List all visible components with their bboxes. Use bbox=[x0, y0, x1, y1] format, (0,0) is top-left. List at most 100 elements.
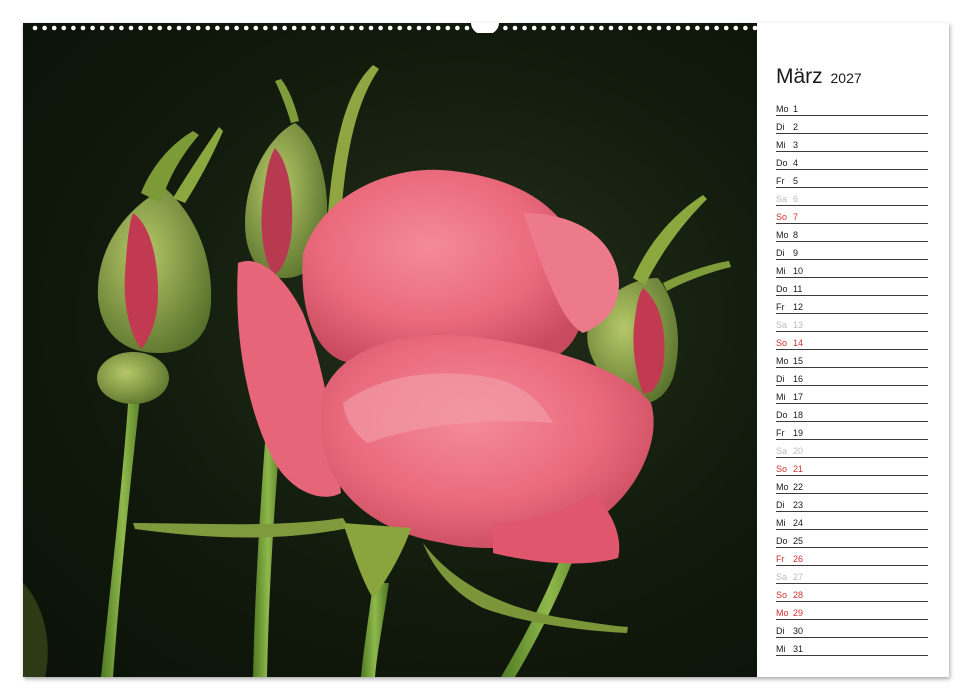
day-row: Do 18 bbox=[776, 404, 928, 422]
day-number: 3 bbox=[793, 140, 799, 150]
day-row: Fr 19 bbox=[776, 422, 928, 440]
day-row: Sa 6 bbox=[776, 188, 928, 206]
day-number: 27 bbox=[793, 572, 804, 582]
day-number: 14 bbox=[793, 338, 804, 348]
day-row: Mi 24 bbox=[776, 512, 928, 530]
weekday-label: Mi bbox=[776, 140, 786, 150]
day-row: Mo 22 bbox=[776, 476, 928, 494]
year-label: 2027 bbox=[830, 70, 862, 86]
weekday-label: Di bbox=[776, 374, 785, 384]
day-row: Mi 17 bbox=[776, 386, 928, 404]
day-number: 22 bbox=[793, 482, 804, 492]
calendar-panel: März 2027 Mo 1 Di 2 Mi 3 Do 4 Fr 5 Sa 6 So 7 Mo 8 Di 9 Mi 1… bbox=[757, 23, 949, 677]
day-number: 8 bbox=[793, 230, 799, 240]
day-row: Mo 15 bbox=[776, 350, 928, 368]
day-number: 24 bbox=[793, 518, 804, 528]
weekday-label: Do bbox=[776, 284, 788, 294]
day-row: Di 16 bbox=[776, 368, 928, 386]
day-number: 15 bbox=[793, 356, 804, 366]
day-row: Di 23 bbox=[776, 494, 928, 512]
weekday-label: Fr bbox=[776, 302, 785, 312]
day-row: Mo 1 bbox=[776, 98, 928, 116]
day-list: Mo 1 Di 2 Mi 3 Do 4 Fr 5 Sa 6 So 7 Mo 8 Di 9 Mi 10 Do 11 Fr 12 S… bbox=[776, 98, 928, 656]
day-number: 25 bbox=[793, 536, 804, 546]
weekday-label: Mo bbox=[776, 608, 789, 618]
weekday-label: Di bbox=[776, 626, 785, 636]
weekday-label: Sa bbox=[776, 194, 788, 204]
day-row: Sa 13 bbox=[776, 314, 928, 332]
day-number: 16 bbox=[793, 374, 804, 384]
weekday-label: So bbox=[776, 464, 788, 474]
weekday-label: Mo bbox=[776, 104, 789, 114]
day-number: 23 bbox=[793, 500, 804, 510]
day-number: 5 bbox=[793, 176, 799, 186]
day-number: 28 bbox=[793, 590, 804, 600]
weekday-label: Sa bbox=[776, 572, 788, 582]
weekday-label: Do bbox=[776, 410, 788, 420]
day-number: 26 bbox=[793, 554, 804, 564]
weekday-label: Do bbox=[776, 158, 788, 168]
day-row: Mi 10 bbox=[776, 260, 928, 278]
day-row: So 28 bbox=[776, 584, 928, 602]
weekday-label: Mo bbox=[776, 356, 789, 366]
weekday-label: Mi bbox=[776, 644, 786, 654]
day-row: Do 25 bbox=[776, 530, 928, 548]
day-number: 29 bbox=[793, 608, 804, 618]
day-row: Mo 8 bbox=[776, 224, 928, 242]
day-row: So 14 bbox=[776, 332, 928, 350]
day-number: 9 bbox=[793, 248, 799, 258]
day-row: Di 2 bbox=[776, 116, 928, 134]
day-number: 13 bbox=[793, 320, 804, 330]
day-number: 18 bbox=[793, 410, 804, 420]
day-number: 12 bbox=[793, 302, 804, 312]
day-number: 4 bbox=[793, 158, 799, 168]
weekday-label: Mi bbox=[776, 392, 786, 402]
day-number: 21 bbox=[793, 464, 804, 474]
day-number: 20 bbox=[793, 446, 804, 456]
weekday-label: Mi bbox=[776, 518, 786, 528]
day-row: Di 9 bbox=[776, 242, 928, 260]
day-number: 7 bbox=[793, 212, 799, 222]
day-number: 30 bbox=[793, 626, 804, 636]
calendar-page: März 2027 Mo 1 Di 2 Mi 3 Do 4 Fr 5 Sa 6 So 7 Mo 8 Di 9 Mi 1… bbox=[23, 23, 949, 677]
day-row: Fr 26 bbox=[776, 548, 928, 566]
day-number: 19 bbox=[793, 428, 804, 438]
pink-rose-with-buds-icon bbox=[23, 65, 731, 677]
weekday-label: So bbox=[776, 338, 788, 348]
day-number: 17 bbox=[793, 392, 804, 402]
day-row: Di 30 bbox=[776, 620, 928, 638]
rose-photo bbox=[23, 23, 757, 677]
day-row: Fr 5 bbox=[776, 170, 928, 188]
weekday-label: Mi bbox=[776, 266, 786, 276]
day-row: So 21 bbox=[776, 458, 928, 476]
month-name: März bbox=[776, 65, 823, 88]
day-row: Sa 27 bbox=[776, 566, 928, 584]
weekday-label: Di bbox=[776, 248, 785, 258]
day-row: Mi 3 bbox=[776, 134, 928, 152]
day-row: So 7 bbox=[776, 206, 928, 224]
day-row: Do 11 bbox=[776, 278, 928, 296]
weekday-label: Di bbox=[776, 500, 785, 510]
weekday-label: So bbox=[776, 590, 788, 600]
day-row: Do 4 bbox=[776, 152, 928, 170]
weekday-label: Di bbox=[776, 122, 785, 132]
weekday-label: Mo bbox=[776, 230, 789, 240]
weekday-label: Do bbox=[776, 536, 788, 546]
day-row: Sa 20 bbox=[776, 440, 928, 458]
day-row: Mo 29 bbox=[776, 602, 928, 620]
day-number: 11 bbox=[793, 284, 803, 294]
weekday-label: So bbox=[776, 212, 788, 222]
day-number: 31 bbox=[793, 644, 804, 654]
weekday-label: Fr bbox=[776, 176, 785, 186]
weekday-label: Sa bbox=[776, 446, 788, 456]
day-row: Fr 12 bbox=[776, 296, 928, 314]
day-number: 2 bbox=[793, 122, 799, 132]
day-number: 1 bbox=[793, 104, 799, 114]
day-number: 10 bbox=[793, 266, 804, 276]
weekday-label: Fr bbox=[776, 428, 785, 438]
day-row: Mi 31 bbox=[776, 638, 928, 656]
weekday-label: Sa bbox=[776, 320, 788, 330]
month-title: März 2027 bbox=[776, 65, 862, 89]
weekday-label: Fr bbox=[776, 554, 785, 564]
day-number: 6 bbox=[793, 194, 799, 204]
